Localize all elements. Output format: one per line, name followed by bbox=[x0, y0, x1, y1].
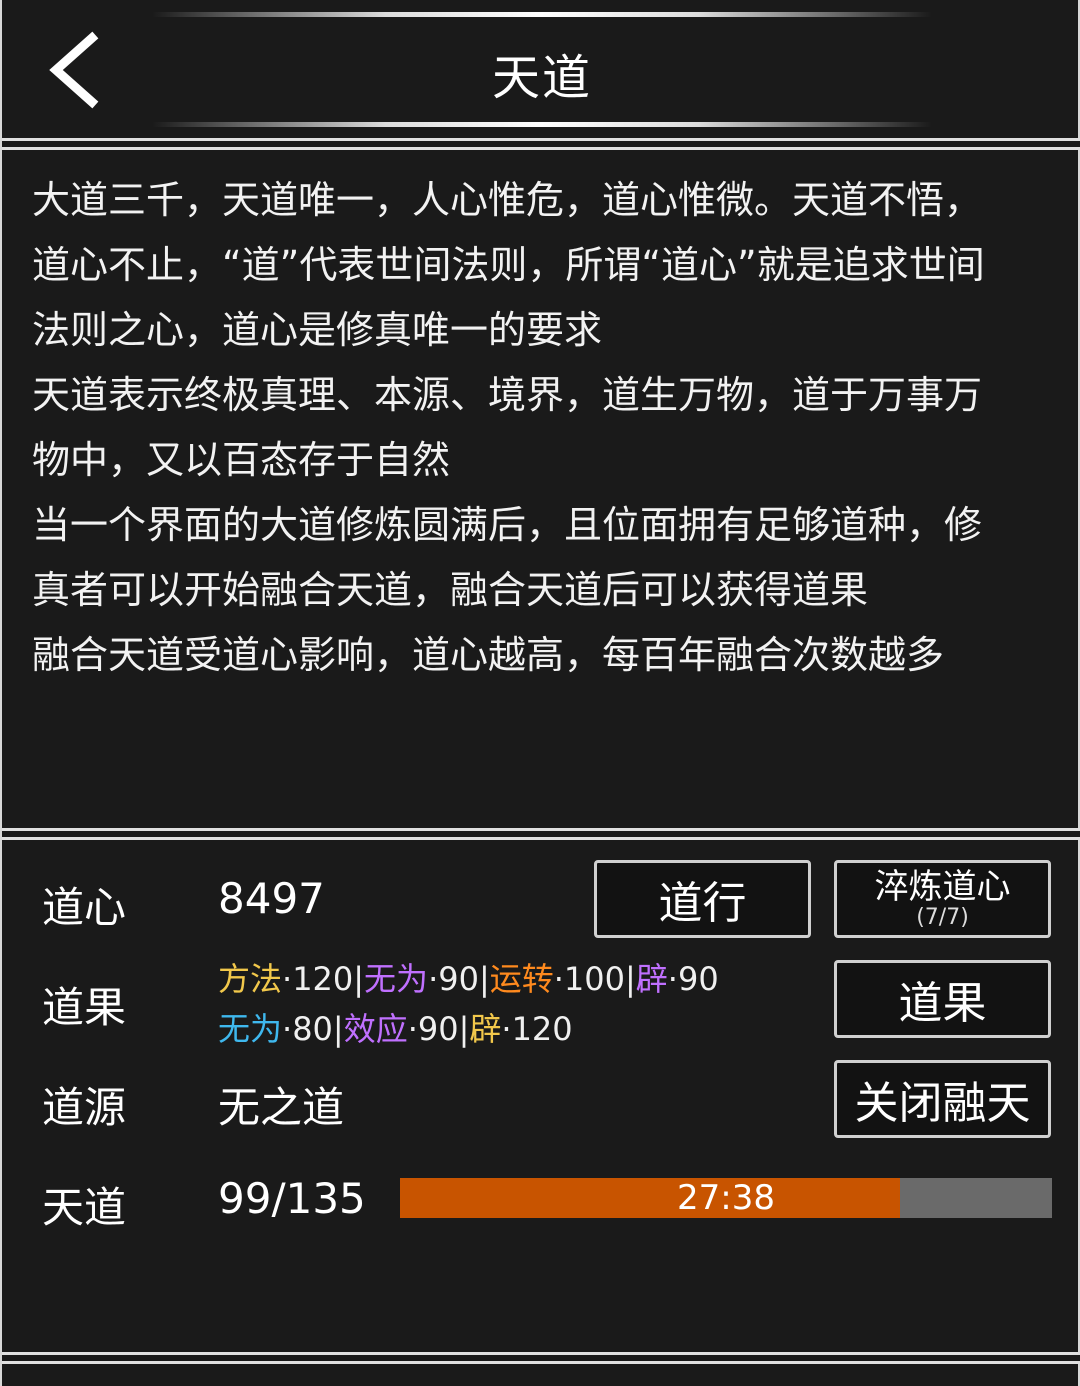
daoguo-line-1: 方法·120|无为·90|运转·100|辟·90 bbox=[218, 954, 719, 1000]
daoguo-attr-value: 90 bbox=[677, 960, 719, 998]
daoguo-attr-name: 辟 bbox=[469, 1010, 502, 1048]
daoguo-separator: | bbox=[458, 1010, 470, 1048]
daoguo-attr-dot: · bbox=[282, 1010, 293, 1048]
daoguo-attr-name: 方法 bbox=[218, 960, 283, 998]
daoguo-attr-dot: · bbox=[282, 960, 293, 998]
description-line: 法则之心，道心是修真唯一的要求 bbox=[32, 308, 603, 352]
daoguo-separator: | bbox=[625, 960, 636, 998]
refine-daoxin-button[interactable]: 淬炼道心 (7/7) bbox=[834, 860, 1051, 938]
daoguo-attr-name: 辟 bbox=[635, 960, 668, 998]
daoguo-attr-value: 90 bbox=[417, 1010, 459, 1048]
description-line: 融合天道受道心影响，道心越高，每百年融合次数越多 bbox=[32, 633, 945, 677]
daoguo-line-2: 无为·80|效应·90|辟·120 bbox=[218, 1004, 573, 1050]
daoguo-attr-name: 无为 bbox=[218, 1010, 283, 1048]
description-line: 真者可以开始融合天道，融合天道后可以获得道果 bbox=[32, 568, 869, 612]
daoguo-attr-name: 效应 bbox=[343, 1010, 408, 1048]
daoyuan-value: 无之道 bbox=[218, 1083, 345, 1132]
daoguo-attr-dot: · bbox=[501, 1010, 512, 1048]
daoguo-attr-value: 90 bbox=[438, 960, 479, 998]
section-divider bbox=[2, 828, 1080, 840]
header-divider bbox=[2, 138, 1080, 150]
close-rongtian-button[interactable]: 关闭融天 bbox=[834, 1060, 1051, 1138]
daoguo-attr-value: 80 bbox=[292, 1010, 333, 1048]
refine-daoxin-label: 淬炼道心 bbox=[874, 867, 1011, 907]
description-panel: 大道三千，天道唯一，人心惟危，道心惟微。天道不悟， 道心不止，“道”代表世间法则… bbox=[32, 168, 1052, 688]
daoguo-attr-dot: · bbox=[407, 1010, 418, 1048]
close-rongtian-label: 关闭融天 bbox=[854, 1078, 1031, 1129]
daoguo-attr-dot: · bbox=[553, 960, 564, 998]
footer-divider bbox=[2, 1352, 1080, 1364]
daoxing-button-label: 道行 bbox=[658, 878, 747, 929]
refine-daoxin-count: (7/7) bbox=[916, 905, 969, 930]
daoguo-attr-dot: · bbox=[428, 960, 439, 998]
header-top-ornament bbox=[152, 12, 932, 17]
description-line: 天道表示终极真理、本源、境界，道生万物，道于万事万 bbox=[32, 373, 983, 417]
daoxin-value: 8497 bbox=[218, 874, 325, 923]
daoxin-label: 道心 bbox=[42, 883, 127, 932]
daoguo-button-label: 道果 bbox=[898, 978, 987, 1029]
daoguo-separator: | bbox=[478, 960, 490, 998]
description-line: 当一个界面的大道修炼圆满后，且位面拥有足够道种，修 bbox=[32, 503, 983, 547]
tiandao-progress-bar: 27:38 bbox=[400, 1178, 1052, 1218]
daoguo-separator: | bbox=[332, 1010, 344, 1048]
daoguo-attr-value: 120 bbox=[292, 960, 354, 998]
daoxing-button[interactable]: 道行 bbox=[594, 860, 811, 938]
daoguo-attr-name: 运转 bbox=[489, 960, 554, 998]
daoguo-button[interactable]: 道果 bbox=[834, 960, 1051, 1038]
page-title: 天道 bbox=[491, 50, 592, 106]
daoguo-attr-name: 无为 bbox=[364, 960, 429, 998]
daoguo-separator: | bbox=[353, 960, 365, 998]
daoguo-attr-value: 100 bbox=[563, 960, 625, 998]
header-bottom-ornament bbox=[152, 122, 932, 127]
stats-panel: 道心 8497 道行 淬炼道心 (7/7) 道果 方法·120|无为·90|运转… bbox=[2, 840, 1080, 1350]
daoguo-label: 道果 bbox=[42, 983, 127, 1032]
header-bar: 天道 bbox=[2, 0, 1080, 140]
screen-frame: 天道 大道三千，天道唯一，人心惟危，道心惟微。天道不悟， 道心不止，“道”代表世… bbox=[0, 0, 1080, 1386]
description-line: 大道三千，天道唯一，人心惟危，道心惟微。天道不悟， bbox=[32, 178, 983, 222]
tiandao-label: 天道 bbox=[42, 1183, 127, 1232]
tiandao-timer: 27:38 bbox=[677, 1178, 775, 1218]
description-line: 物中，又以百态存于自然 bbox=[32, 438, 451, 482]
description-line: 道心不止，“道”代表世间法则，所谓“道心”就是追求世间 bbox=[32, 243, 985, 287]
daoyuan-label: 道源 bbox=[42, 1083, 127, 1132]
daoguo-attr-value: 120 bbox=[511, 1010, 573, 1048]
tiandao-value: 99/135 bbox=[218, 1174, 366, 1223]
daoguo-attr-dot: · bbox=[667, 960, 678, 998]
